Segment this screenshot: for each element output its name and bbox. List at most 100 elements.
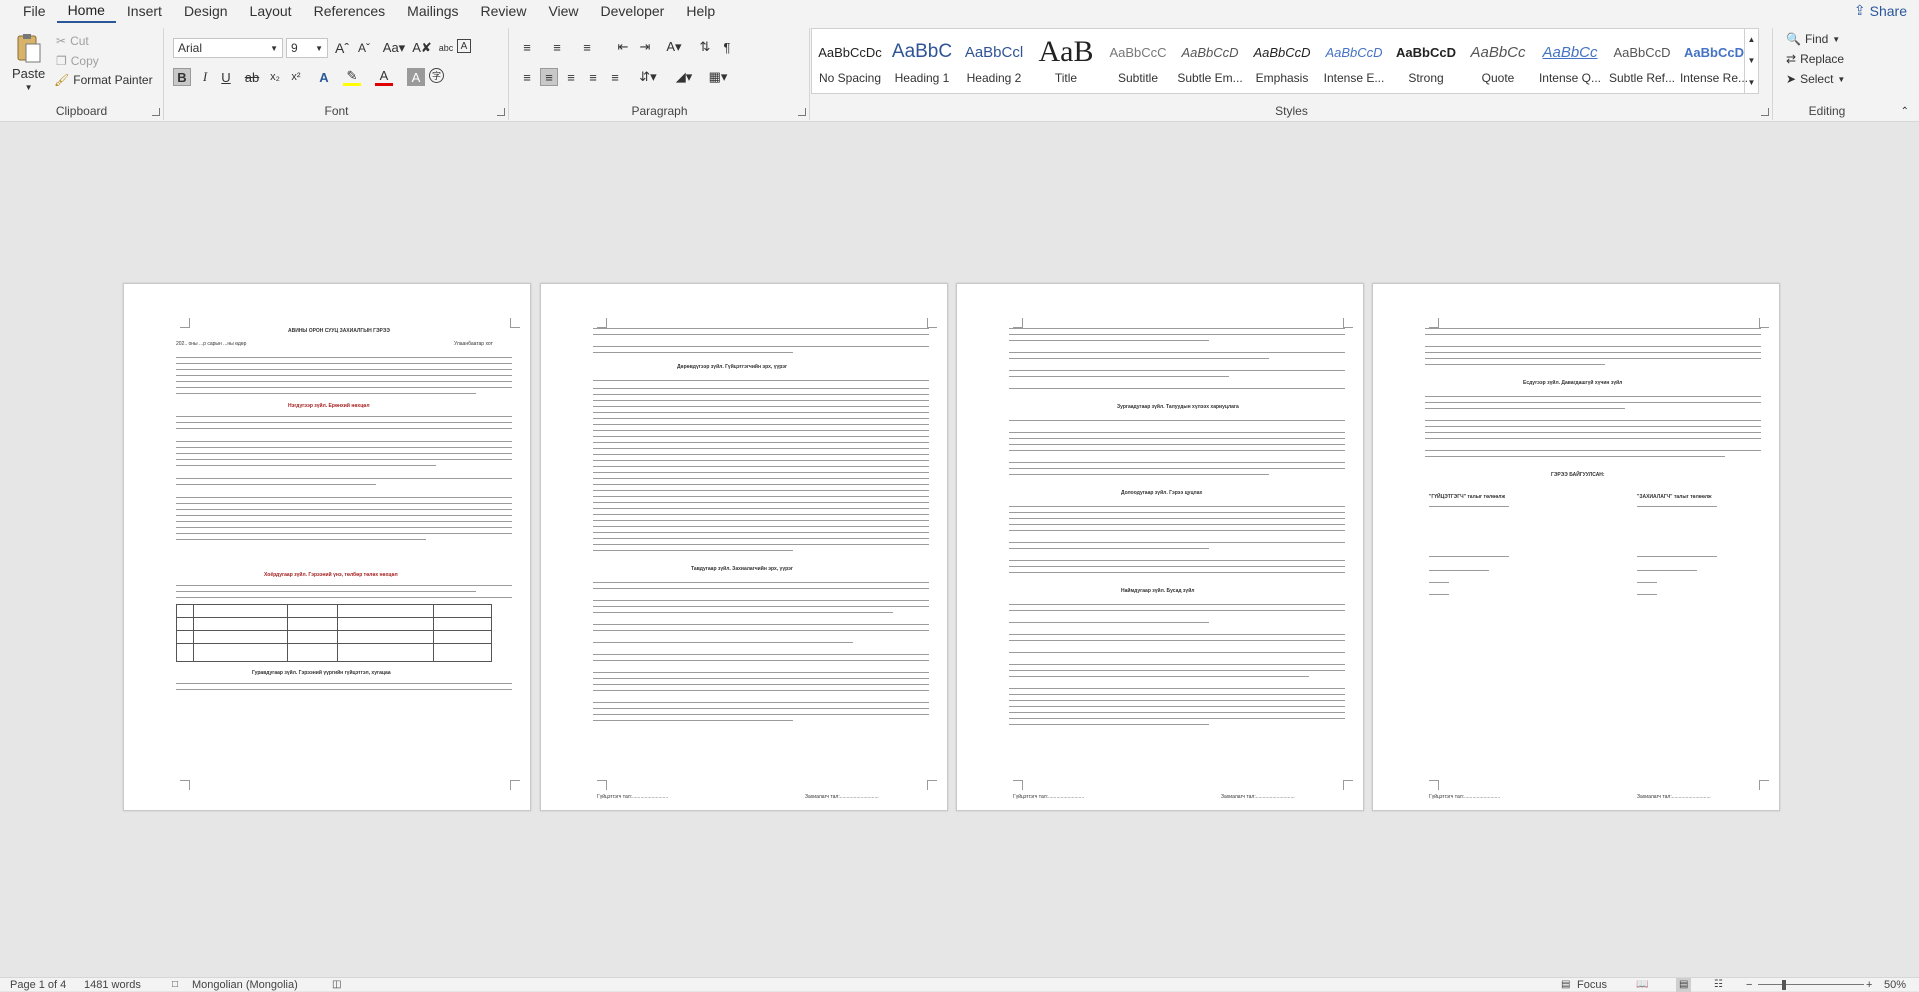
text-line xyxy=(593,538,929,539)
margin-mark xyxy=(1429,780,1439,790)
styles-launcher-icon[interactable] xyxy=(1761,108,1769,116)
sort-icon[interactable]: ⇅ xyxy=(696,38,714,56)
macro-icon[interactable]: ◫ xyxy=(332,978,341,992)
text-line xyxy=(1009,652,1345,653)
highlight-icon[interactable]: ✎ xyxy=(343,68,361,86)
asian-layout-icon[interactable]: A▾ xyxy=(660,38,688,56)
share-button[interactable]: ⇪ Share xyxy=(1854,2,1907,19)
increase-indent-icon[interactable]: ⇥ xyxy=(636,38,654,56)
enclose-characters-icon[interactable]: 字 xyxy=(429,68,444,83)
cut-button[interactable]: ✂ Cut xyxy=(56,34,89,48)
chevron-down-icon: ▼ xyxy=(1837,75,1845,84)
bullets-icon[interactable]: ≡ xyxy=(518,38,536,56)
borders-icon[interactable]: ▦▾ xyxy=(704,68,732,86)
align-right-icon[interactable]: ≡ xyxy=(562,68,580,86)
justify-icon[interactable]: ≡ xyxy=(584,68,602,86)
document-workspace[interactable]: АВИНЫ ОРОН СУУЦ ЗАХИАЛГЫН ГЭРЭЭ 202.. он… xyxy=(0,123,1919,977)
strikethrough-icon[interactable]: ab xyxy=(243,68,261,86)
word-count[interactable]: 1481 words xyxy=(84,978,141,992)
zoom-slider-thumb[interactable] xyxy=(1782,980,1786,990)
tab-mailings[interactable]: Mailings xyxy=(396,0,469,22)
tab-help[interactable]: Help xyxy=(675,0,726,22)
format-painter-button[interactable]: 🖌 Format Painter xyxy=(54,73,153,87)
copy-button[interactable]: ❐ Copy xyxy=(56,54,99,68)
numbering-icon[interactable]: ≡ xyxy=(548,38,566,56)
tab-view[interactable]: View xyxy=(537,0,589,22)
paste-button[interactable]: Paste ▼ xyxy=(12,32,45,92)
tab-developer[interactable]: Developer xyxy=(590,0,676,22)
find-button[interactable]: 🔍 Find ▼ xyxy=(1786,32,1840,46)
tab-layout[interactable]: Layout xyxy=(239,0,303,22)
shrink-font-icon[interactable]: Aˇ xyxy=(355,39,373,57)
collapse-ribbon-icon[interactable]: ⌃ xyxy=(1901,106,1909,117)
language-status[interactable]: Mongolian (Mongolia) xyxy=(192,978,298,992)
margin-mark xyxy=(1343,318,1353,328)
subscript-icon[interactable]: x₂ xyxy=(266,68,284,86)
focus-button[interactable]: Focus xyxy=(1577,978,1607,992)
paragraph-group: ≡ ≡ ≡ ⇤ ⇥ A▾ ⇅ ¶ ≡ ≡ ≡ ≡ ≡ ⇵▾ ◢▾ ▦▾ Para… xyxy=(510,28,810,120)
underline-icon[interactable]: U xyxy=(217,68,235,86)
text-line xyxy=(1009,376,1229,377)
text-line xyxy=(593,672,929,673)
text-line xyxy=(1009,640,1345,641)
character-border-icon[interactable]: A xyxy=(457,39,471,53)
document-page[interactable]: Зургаадугаар зүйл. Талуудын хүлээх хариу… xyxy=(956,283,1364,811)
align-center-icon[interactable]: ≡ xyxy=(540,68,558,86)
change-case-icon[interactable]: Aa▾ xyxy=(381,39,407,57)
shading-icon[interactable]: ◢▾ xyxy=(670,68,698,86)
zoom-level[interactable]: 50% xyxy=(1884,978,1906,992)
zoom-in-icon[interactable]: + xyxy=(1866,978,1872,992)
zoom-out-icon[interactable]: − xyxy=(1746,978,1752,992)
tab-review[interactable]: Review xyxy=(470,0,538,22)
document-page[interactable]: Дөрөвдүгээр зүйл. Гүйцэтгэгчийн эрх, үүр… xyxy=(540,283,948,811)
font-size-select[interactable]: 9 ▼ xyxy=(286,38,328,58)
font-color-icon[interactable]: A xyxy=(375,68,393,86)
chevron-down-icon: ▼ xyxy=(25,83,33,92)
document-page[interactable]: АВИНЫ ОРОН СУУЦ ЗАХИАЛГЫН ГЭРЭЭ 202.. он… xyxy=(123,283,531,811)
copy-label: Copy xyxy=(71,54,99,68)
text-line xyxy=(1425,352,1761,353)
text-line xyxy=(593,526,929,527)
text-line xyxy=(593,660,929,661)
replace-button[interactable]: ⇄ Replace xyxy=(1786,52,1844,66)
align-left-icon[interactable]: ≡ xyxy=(518,68,536,86)
line-spacing-icon[interactable]: ⇵▾ xyxy=(634,68,662,86)
text-line xyxy=(1009,610,1345,611)
font-launcher-icon[interactable] xyxy=(497,108,505,116)
text-line xyxy=(1009,462,1345,463)
text-line xyxy=(1425,328,1761,329)
tab-insert[interactable]: Insert xyxy=(116,0,173,22)
section-heading: Гуравдугаар зүйл. Гэрээний үүргийн гүйцэ… xyxy=(252,670,391,676)
decrease-indent-icon[interactable]: ⇤ xyxy=(614,38,632,56)
grow-font-icon[interactable]: Aˆ xyxy=(333,39,351,57)
bold-icon[interactable]: B xyxy=(173,68,191,86)
text-line xyxy=(1009,518,1345,519)
page-count[interactable]: Page 1 of 4 xyxy=(10,978,66,992)
text-line xyxy=(1009,572,1345,573)
select-button[interactable]: ➤ Select ▼ xyxy=(1786,72,1845,86)
text-line xyxy=(176,689,512,690)
italic-icon[interactable]: I xyxy=(196,68,214,86)
character-shading-icon[interactable]: A xyxy=(407,68,425,86)
document-page[interactable]: Есдүгээр зүйл. Давагдашгүй хүчин зүйл ГЭ… xyxy=(1372,283,1780,811)
distributed-icon[interactable]: ≡ xyxy=(606,68,624,86)
tab-design[interactable]: Design xyxy=(173,0,239,22)
proofing-icon[interactable]: □ xyxy=(172,978,178,992)
show-formatting-marks-icon[interactable]: ¶ xyxy=(718,38,736,56)
clear-formatting-icon[interactable]: A✘ xyxy=(413,39,431,57)
paragraph-launcher-icon[interactable] xyxy=(798,108,806,116)
tab-home[interactable]: Home xyxy=(57,0,116,23)
superscript-icon[interactable]: x² xyxy=(287,68,305,86)
text-line xyxy=(593,478,929,479)
tab-references[interactable]: References xyxy=(303,0,397,22)
zoom-slider[interactable] xyxy=(1758,984,1864,985)
text-effects-icon[interactable]: A xyxy=(315,68,333,86)
multilevel-list-icon[interactable]: ≡ xyxy=(578,38,596,56)
phonetic-guide-icon[interactable]: abc xyxy=(437,39,455,57)
clipboard-launcher-icon[interactable] xyxy=(152,108,160,116)
tab-file[interactable]: File xyxy=(12,0,57,22)
read-mode-icon[interactable]: 📖 xyxy=(1636,978,1648,992)
print-layout-icon[interactable]: ▤ xyxy=(1676,978,1691,992)
web-layout-icon[interactable]: ☷ xyxy=(1714,978,1723,992)
font-name-select[interactable]: Arial ▼ xyxy=(173,38,283,58)
